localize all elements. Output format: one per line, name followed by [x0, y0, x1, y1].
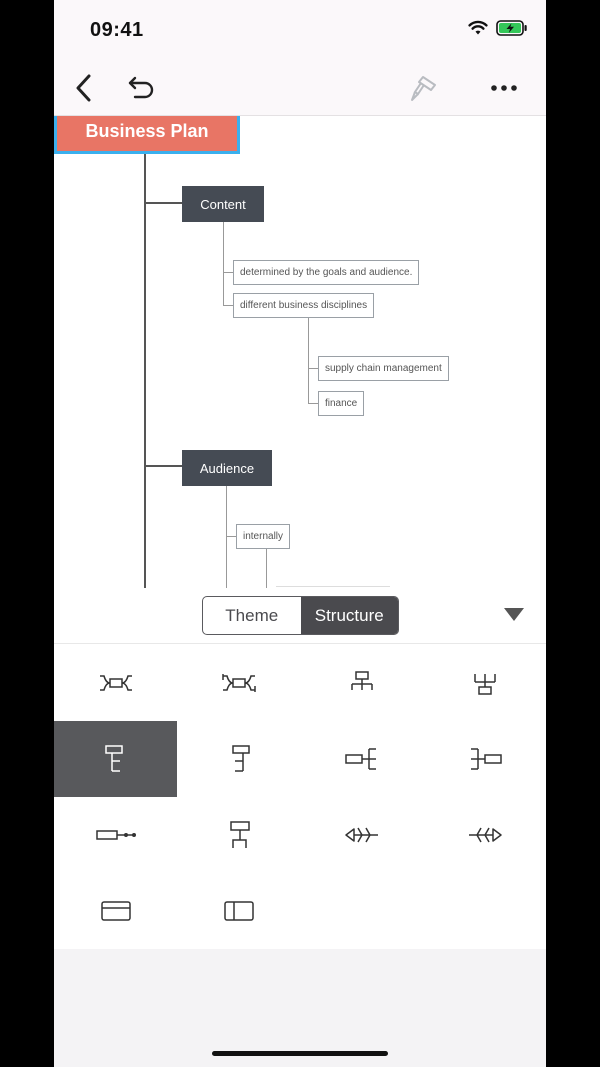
structure-option-tree-right[interactable]: [54, 721, 177, 797]
subtopic[interactable]: internally: [236, 524, 291, 549]
root-topic[interactable]: Business Plan: [54, 116, 240, 154]
branch-line: [308, 318, 309, 404]
mindmap-clockwise-structure-icon: [221, 674, 256, 692]
structure-option-logic-left[interactable]: [300, 721, 423, 797]
structure-option-mindmap-clockwise[interactable]: [177, 645, 300, 721]
structure-option-mindmap[interactable]: [54, 645, 177, 721]
structure-option-timeline[interactable]: [54, 797, 177, 873]
structure-option-org-chart-up[interactable]: [423, 645, 546, 721]
status-time: 09:41: [90, 19, 144, 41]
status-icons: [468, 20, 528, 36]
collapse-panel-icon[interactable]: [504, 608, 524, 621]
app-screen: 09:41 Business Plan Content determined b…: [54, 0, 546, 1067]
branch-line: [144, 465, 182, 467]
structure-option-matrix-column[interactable]: [177, 873, 300, 949]
logic-right-structure-icon: [470, 748, 502, 770]
branch-line: [223, 272, 233, 273]
tab-structure[interactable]: Structure: [300, 597, 398, 634]
logic-left-structure-icon: [344, 748, 376, 770]
subtopic[interactable]: determined by the goals and audience.: [233, 260, 420, 285]
mindmap-canvas[interactable]: Business Plan Content determined by the …: [54, 116, 546, 588]
segmented-control: Theme Structure: [202, 596, 399, 635]
timeline-structure-icon: [95, 830, 136, 840]
main-branch-line: [144, 154, 146, 588]
tree-table-structure-icon: [229, 821, 250, 848]
back-button[interactable]: [66, 70, 102, 106]
chevron-left-icon: [76, 74, 91, 102]
topic-content[interactable]: Content: [182, 186, 264, 222]
mindmap-structure-icon: [99, 675, 132, 691]
fishbone-left-icon: [344, 827, 378, 843]
battery-charging-icon: [496, 20, 527, 36]
matrix-row-icon: [100, 901, 131, 921]
paint-brush-icon: [411, 76, 436, 101]
matrix-column-icon: [223, 901, 254, 921]
subtopic[interactable]: supply chain management: [318, 356, 449, 381]
more-dots-icon: [491, 85, 517, 91]
structure-option-matrix-row[interactable]: [54, 873, 177, 949]
branch-line: [308, 403, 318, 404]
bottom-safe-area: [54, 949, 546, 1067]
structure-option-tree-table[interactable]: [177, 797, 300, 873]
structure-option-tree-left[interactable]: [177, 721, 300, 797]
branch-line: [226, 536, 236, 537]
home-indicator[interactable]: [212, 1051, 388, 1056]
branch-line: [144, 202, 182, 204]
wifi-icon: [468, 20, 488, 35]
structure-option-fishbone-right[interactable]: [423, 797, 546, 873]
undo-button[interactable]: [124, 70, 160, 106]
branch-line: [276, 586, 390, 587]
branch-line: [226, 486, 227, 588]
toolbar: [54, 60, 546, 116]
panel-tabs-row: Theme Structure: [54, 588, 546, 644]
undo-icon: [128, 76, 154, 99]
branch-line: [223, 305, 233, 306]
topic-audience[interactable]: Audience: [182, 450, 272, 486]
subtopic[interactable]: finance: [318, 391, 365, 416]
branch-line: [266, 549, 267, 588]
branch-line: [308, 368, 318, 369]
subtopic[interactable]: different business disciplines: [233, 293, 375, 318]
fishbone-right-icon: [468, 827, 502, 843]
tree-right-structure-icon: [104, 745, 123, 772]
org-chart-up-icon: [473, 674, 496, 695]
branch-line: [223, 222, 224, 306]
status-bar: 09:41: [54, 0, 546, 60]
structure-option-logic-right[interactable]: [423, 721, 546, 797]
format-painter-button[interactable]: [406, 70, 442, 106]
org-chart-down-icon: [350, 671, 373, 690]
structure-option-org-chart-down[interactable]: [300, 645, 423, 721]
structure-grid: [54, 645, 546, 949]
more-button[interactable]: [486, 70, 522, 106]
tab-theme[interactable]: Theme: [203, 597, 301, 634]
tree-left-structure-icon: [231, 745, 250, 772]
structure-option-fishbone-left[interactable]: [300, 797, 423, 873]
